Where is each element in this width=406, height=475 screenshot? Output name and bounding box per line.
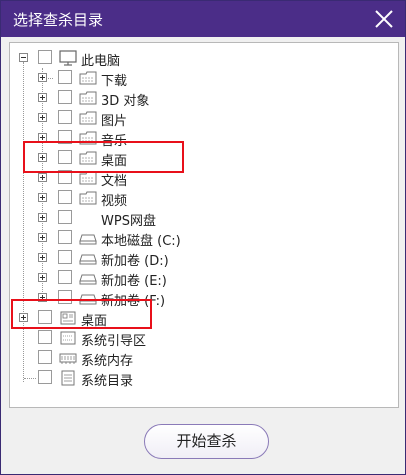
tree-item-documents[interactable]: 文档 bbox=[10, 168, 390, 189]
expand-toggle[interactable] bbox=[38, 133, 47, 142]
drive-icon bbox=[79, 294, 97, 305]
tree-item-drive-d[interactable]: 新加卷 (D:) bbox=[10, 248, 390, 269]
checkbox[interactable] bbox=[38, 50, 52, 64]
tree-item-wps-drive[interactable]: WPS网盘 bbox=[10, 208, 390, 229]
checkbox[interactable] bbox=[38, 330, 52, 344]
tree-item-desktop[interactable]: 桌面 bbox=[10, 308, 390, 329]
expand-toggle[interactable] bbox=[38, 173, 47, 182]
dialog-title: 选择查杀目录 bbox=[13, 11, 104, 29]
expand-toggle[interactable] bbox=[38, 233, 47, 242]
tree-item-label: 桌面 bbox=[101, 154, 128, 169]
tree-item-label: 新加卷 (D:) bbox=[101, 254, 169, 269]
checkbox[interactable] bbox=[58, 210, 72, 224]
checkbox[interactable] bbox=[38, 350, 52, 364]
computer-icon bbox=[59, 50, 77, 66]
expand-toggle[interactable] bbox=[38, 273, 47, 282]
tree-item-drive-f[interactable]: 新加卷 (F:) bbox=[10, 288, 390, 309]
directory-tree-panel[interactable]: 此电脑 下载 3D 对象 图片 音乐 桌面 文档 视频 WPS网盘 本地磁盘 (… bbox=[9, 42, 399, 408]
expand-toggle[interactable] bbox=[38, 153, 47, 162]
tree-item-desktop-folder[interactable]: 桌面 bbox=[10, 148, 390, 169]
checkbox[interactable] bbox=[58, 250, 72, 264]
expand-toggle[interactable] bbox=[38, 293, 47, 302]
tree-item-label: WPS网盘 bbox=[101, 214, 156, 229]
checkbox[interactable] bbox=[58, 270, 72, 284]
tree-item-label: 系统目录 bbox=[81, 374, 134, 389]
checkbox[interactable] bbox=[58, 90, 72, 104]
checkbox[interactable] bbox=[58, 110, 72, 124]
tree-item-downloads[interactable]: 下载 bbox=[10, 68, 390, 89]
checkbox[interactable] bbox=[38, 310, 52, 324]
tree-item-label: 图片 bbox=[101, 114, 128, 129]
desktop-icon bbox=[60, 311, 76, 325]
expand-toggle[interactable] bbox=[38, 253, 47, 262]
select-scan-directory-dialog: 选择查杀目录 此电脑 下载 3D 对象 图片 音乐 桌面 文档 视频 WPS网盘… bbox=[0, 0, 406, 475]
folder-icon bbox=[79, 171, 97, 185]
tree-item-label: 系统引导区 bbox=[81, 334, 147, 349]
tree-item-music[interactable]: 音乐 bbox=[10, 128, 390, 149]
drive-icon bbox=[79, 254, 97, 265]
start-scan-button[interactable]: 开始查杀 bbox=[144, 424, 269, 459]
tree-item-3d-objects[interactable]: 3D 对象 bbox=[10, 88, 390, 109]
folder-icon bbox=[79, 131, 97, 145]
folder-icon bbox=[79, 191, 97, 205]
tree-item-label: 本地磁盘 (C:) bbox=[101, 234, 181, 249]
tree-item-label: 下载 bbox=[101, 74, 128, 89]
expand-toggle[interactable] bbox=[38, 73, 47, 82]
tree-item-drive-c[interactable]: 本地磁盘 (C:) bbox=[10, 228, 390, 249]
tree-item-label: 音乐 bbox=[101, 134, 128, 149]
checkbox[interactable] bbox=[58, 230, 72, 244]
expand-toggle[interactable] bbox=[38, 113, 47, 122]
checkbox[interactable] bbox=[58, 170, 72, 184]
boot-sector-icon bbox=[60, 331, 76, 345]
tree-item-label: 文档 bbox=[101, 174, 128, 189]
checkbox[interactable] bbox=[38, 370, 52, 384]
system-folder-icon bbox=[61, 370, 75, 386]
tree-item-label: 新加卷 (F:) bbox=[101, 294, 166, 309]
tree-item-label: 此电脑 bbox=[81, 54, 121, 69]
title-bar: 选择查杀目录 bbox=[1, 1, 405, 37]
tree-item-this-pc[interactable]: 此电脑 bbox=[10, 48, 390, 69]
tree-item-label: 新加卷 (E:) bbox=[101, 274, 167, 289]
tree-item-drive-e[interactable]: 新加卷 (E:) bbox=[10, 268, 390, 289]
folder-icon bbox=[79, 151, 97, 165]
drive-icon bbox=[79, 274, 97, 285]
tree-item-label: 视频 bbox=[101, 194, 128, 209]
drive-icon bbox=[79, 234, 97, 245]
close-icon[interactable] bbox=[371, 6, 397, 32]
tree-item-pictures[interactable]: 图片 bbox=[10, 108, 390, 129]
expand-toggle[interactable] bbox=[38, 193, 47, 202]
checkbox[interactable] bbox=[58, 290, 72, 304]
tree-item-system-memory[interactable]: 系统内存 bbox=[10, 348, 390, 369]
folder-icon bbox=[79, 71, 97, 85]
checkbox[interactable] bbox=[58, 190, 72, 204]
expand-toggle[interactable] bbox=[19, 313, 28, 322]
tree-item-label: 系统内存 bbox=[81, 354, 134, 369]
tree-item-label: 3D 对象 bbox=[101, 94, 150, 109]
folder-icon bbox=[79, 91, 97, 105]
checkbox[interactable] bbox=[58, 150, 72, 164]
folder-icon bbox=[79, 111, 97, 125]
expand-toggle[interactable] bbox=[38, 213, 47, 222]
memory-icon bbox=[59, 353, 77, 364]
checkbox[interactable] bbox=[58, 130, 72, 144]
tree-item-videos[interactable]: 视频 bbox=[10, 188, 390, 209]
checkbox[interactable] bbox=[58, 70, 72, 84]
collapse-toggle[interactable] bbox=[19, 53, 28, 62]
tree-item-label: 桌面 bbox=[81, 314, 108, 329]
expand-toggle[interactable] bbox=[38, 93, 47, 102]
tree-item-boot-sector[interactable]: 系统引导区 bbox=[10, 328, 390, 349]
tree-item-system-directory[interactable]: 系统目录 bbox=[10, 368, 390, 389]
